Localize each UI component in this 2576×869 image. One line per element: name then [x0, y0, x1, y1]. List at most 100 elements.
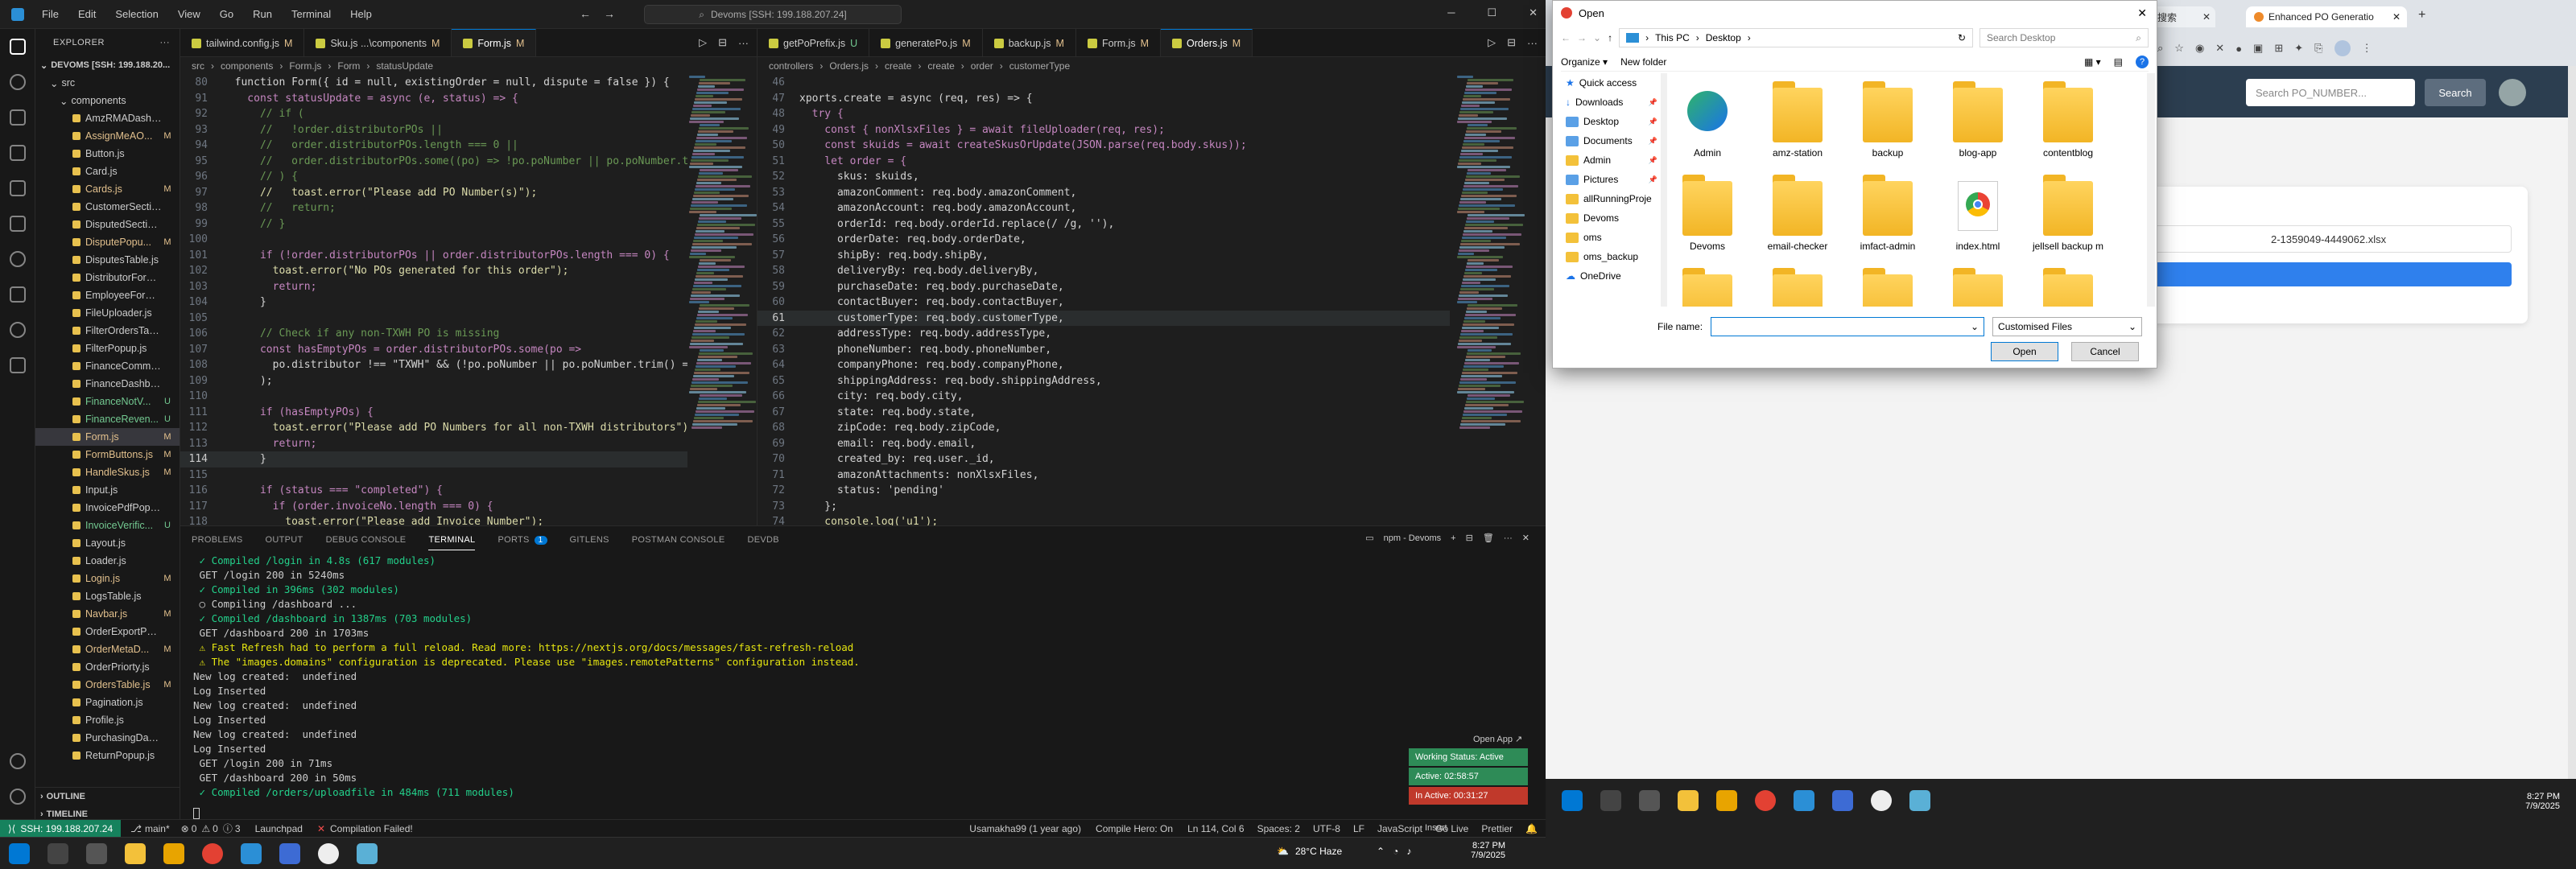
profile-icon[interactable] [2334, 40, 2351, 56]
store-icon[interactable] [1716, 790, 1737, 811]
file-grid-item[interactable]: backup [1847, 81, 1928, 170]
right-code-editor[interactable]: 46 47 xports.create = async (req, res) => … [758, 75, 1450, 525]
file-item[interactable]: OrderMetaD... M [35, 640, 180, 658]
tray-chevron-icon[interactable]: ⌃ [1377, 846, 1385, 857]
run-icon[interactable]: ▷ [699, 36, 707, 49]
po-search-input[interactable]: Search PO_NUMBER... [2246, 79, 2415, 106]
ext7-icon[interactable]: ⎘ [2314, 42, 2322, 55]
breadcrumb-item[interactable]: src [192, 60, 204, 72]
file-item[interactable]: DistributorForm.js [35, 269, 180, 286]
editor-tab[interactable]: tailwind.config.js M [180, 29, 305, 56]
folder-partial[interactable] [1757, 268, 1838, 307]
menu-item-run[interactable]: Run [253, 8, 272, 20]
file-item[interactable]: DisputesTable.js [35, 251, 180, 269]
git-branch[interactable]: main* [145, 823, 170, 834]
zoom-icon[interactable]: ⌕ [2157, 42, 2163, 55]
remote-explorer-icon[interactable] [0, 206, 35, 241]
file-item[interactable]: ReturnPopup.js [35, 747, 180, 764]
vscode-icon[interactable] [241, 842, 262, 864]
editor-tab[interactable]: backup.js M [983, 29, 1076, 56]
volume-icon[interactable]: ♪ [1406, 846, 1411, 857]
file-item[interactable]: Loader.js [35, 552, 180, 570]
folder-partial[interactable] [1938, 268, 2018, 307]
run-debug-icon[interactable] [0, 135, 35, 171]
panel-tab-terminal[interactable]: TERMINAL [428, 535, 476, 550]
folder-partial[interactable] [1667, 268, 1748, 307]
file-item[interactable]: FilterPopup.js [35, 340, 180, 357]
postman-icon[interactable] [0, 312, 35, 348]
folder-partial[interactable] [2028, 268, 2108, 307]
file-grid-item[interactable]: email-checker [1757, 175, 1838, 263]
close-icon[interactable]: ✕ [1529, 6, 1538, 19]
warning-count[interactable]: 0 [213, 823, 218, 834]
panel-tab-gitlens[interactable]: GITLENS [570, 535, 609, 545]
nav-scrollbar[interactable] [1661, 73, 1667, 307]
split-editor-icon[interactable]: ⊟ [718, 36, 727, 49]
minimize-icon[interactable]: ─ [1447, 6, 1455, 19]
compilation-status[interactable]: Compilation Failed! [330, 823, 413, 834]
file-item[interactable]: DisputePopu... M [35, 233, 180, 251]
breadcrumb-item[interactable]: components [221, 60, 273, 72]
file-item[interactable]: OrderExportPopup.js [35, 623, 180, 640]
info-count[interactable]: 3 [235, 823, 241, 834]
back-icon[interactable]: ← [1561, 32, 1571, 43]
zoom-icon[interactable] [1832, 790, 1853, 811]
panel-tab-ports[interactable]: PORTS [497, 535, 529, 545]
git-blame[interactable]: Usamakha99 (1 year ago) [969, 823, 1081, 834]
chrome-icon[interactable] [1755, 790, 1776, 811]
close-panel-icon[interactable]: ✕ [1522, 533, 1530, 543]
close-icon[interactable]: ✕ [2137, 6, 2147, 20]
indentation[interactable]: Spaces: 2 [1257, 823, 1300, 834]
remote-indicator[interactable]: ⟩⟨ SSH: 199.188.207.24 [0, 819, 122, 838]
command-center[interactable]: ⌕ Devoms [SSH: 199.188.207.24] [644, 5, 902, 24]
open-button[interactable]: Open [1991, 342, 2058, 361]
clock-time-right[interactable]: 8:27 PM [2504, 792, 2560, 801]
language-mode[interactable]: JavaScript [1377, 823, 1422, 834]
zoom-icon[interactable] [279, 842, 300, 864]
app2-icon[interactable] [1909, 790, 1930, 811]
breadcrumb-item[interactable]: create [885, 60, 911, 72]
explorer-icon[interactable] [0, 29, 35, 64]
menu-item-file[interactable]: File [42, 8, 59, 20]
panel-tab-debug-console[interactable]: DEBUG CONSOLE [326, 535, 407, 545]
file-item[interactable]: Login.js M [35, 570, 180, 587]
add-terminal-icon[interactable]: + [1451, 533, 1455, 543]
menu-icon[interactable]: ⋮ [2362, 42, 2372, 55]
weather-text[interactable]: 28°C Haze [1295, 846, 1342, 857]
file-item[interactable]: Profile.js [35, 711, 180, 729]
file-item[interactable]: AmzRMADashboar... [35, 109, 180, 127]
file-item[interactable]: FinanceReven... U [35, 410, 180, 428]
nav-item[interactable]: Admin 📌 [1561, 150, 1657, 170]
file-item[interactable]: InvoicePdfPopup.js [35, 499, 180, 517]
filetype-select[interactable]: Customised Files ⌄ [1992, 317, 2143, 336]
ext3-icon[interactable]: ● [2235, 43, 2242, 55]
prettier-status[interactable]: Prettier [1481, 823, 1513, 834]
right-minimap[interactable] [1457, 75, 1525, 525]
search-button[interactable]: Search [2425, 79, 2486, 106]
account-icon[interactable] [0, 743, 35, 779]
refresh-icon[interactable]: ↻ [1958, 32, 1966, 43]
file-item[interactable]: OrdersTable.js M [35, 676, 180, 694]
panel-tab-devdb[interactable]: DEVDB [747, 535, 778, 545]
left-code-editor[interactable]: 80 function Form({ id = null, existingOr… [180, 75, 687, 525]
breadcrumb-item[interactable]: order [971, 60, 993, 72]
encoding[interactable]: UTF-8 [1313, 823, 1340, 834]
app2-icon[interactable] [357, 842, 378, 864]
clock-time[interactable]: 8:27 PM [1457, 841, 1505, 850]
breadcrumb-item[interactable]: customerType [1009, 60, 1070, 72]
gitlens-icon[interactable] [0, 241, 35, 277]
clock-date[interactable]: 7/9/2025 [1457, 850, 1505, 860]
file-grid-item[interactable]: blog-app [1938, 81, 2018, 170]
clock-date-right[interactable]: 7/9/2025 [2504, 801, 2560, 811]
file-grid-item[interactable]: Devoms [1667, 175, 1748, 263]
app-icon[interactable] [318, 842, 339, 864]
file-item[interactable]: Card.js [35, 163, 180, 180]
launchpad-item[interactable]: Launchpad [255, 823, 303, 834]
file-item[interactable]: AssignMeAO... M [35, 127, 180, 145]
breadcrumb-item[interactable]: Orders.js [829, 60, 869, 72]
editor-tab[interactable]: Form.js M [1076, 29, 1162, 56]
new-folder-button[interactable]: New folder [1620, 56, 1666, 68]
file-item[interactable]: PurchasingDashbo... [35, 729, 180, 747]
ext-icon[interactable]: ◉ [2195, 42, 2204, 55]
path-desktop[interactable]: Desktop [1706, 32, 1741, 43]
